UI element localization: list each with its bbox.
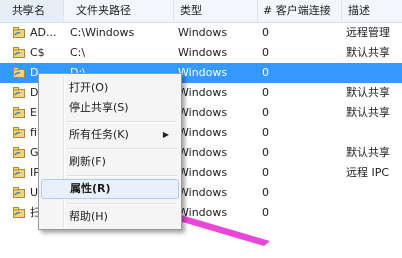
type-cell: Windows [178,26,228,39]
menu-item-properties[interactable]: 属性(R) [41,179,179,199]
menu-item-refresh[interactable]: 刷新(F) [41,152,179,172]
column-header-share-name[interactable]: ▲ 共享名 [0,0,64,22]
column-header-folder-path[interactable]: 文件夹路径 [64,0,174,22]
client-connections-cell: 0 [262,106,269,119]
client-connections-cell: 0 [262,26,269,39]
shared-folder-icon [13,47,25,58]
shared-folder-icon [13,27,25,38]
shared-folder-icon [13,147,25,158]
menu-item-label: 打开(O) [69,81,109,94]
column-header-label: 文件夹路径 [76,4,131,17]
client-connections-cell: 0 [262,126,269,139]
column-header-label: # 客户端连接 [263,4,331,17]
description-cell: 默认共享 [346,106,390,119]
table-row[interactable]: AD... C:\Windows Windows 0 远程管理 [0,23,402,43]
type-cell: Windows [178,66,228,79]
column-header-description[interactable]: 描述 [342,0,402,22]
description-cell: 远程 IPC [346,166,390,179]
client-connections-cell: 0 [262,206,269,219]
menu-item-stop-sharing[interactable]: 停止共享(S) [41,98,179,118]
type-cell: Windows [178,166,228,179]
column-header-label: 描述 [348,4,370,17]
client-connections-cell: 0 [262,146,269,159]
client-connections-cell: 0 [262,186,269,199]
menu-separator [67,175,177,177]
description-cell [346,183,402,203]
shared-folder-icon [13,87,25,98]
menu-item-label: 刷新(F) [69,155,106,168]
column-header-type[interactable]: 类型 [174,0,258,22]
type-cell: Windows [178,86,228,99]
type-cell: Windows [178,186,228,199]
table-row[interactable]: C$ C:\ Windows 0 默认共享 [0,43,402,63]
submenu-arrow-icon: ▶ [162,130,169,139]
shared-folder-icon [13,67,25,78]
description-cell: 默认共享 [346,46,390,59]
column-header-bar: ▲ 共享名 文件夹路径 类型 # 客户端连接 描述 [0,0,402,23]
shared-folder-icon [13,207,25,218]
description-cell [346,123,402,143]
type-cell: Windows [178,106,228,119]
column-header-label: 共享名 [12,4,45,17]
share-name-cell: AD... [30,26,57,39]
menu-item-all-tasks[interactable]: 所有任务(K) ▶ [41,125,179,145]
menu-item-label: 属性(R) [70,182,111,195]
client-connections-cell: 0 [262,166,269,179]
menu-separator [67,121,177,123]
menu-separator [67,148,177,150]
menu-separator [67,203,177,205]
menu-item-label: 停止共享(S) [69,101,129,114]
type-cell: Windows [178,146,228,159]
menu-item-label: 帮助(H) [69,210,108,223]
type-cell: Windows [178,206,228,219]
menu-item-open[interactable]: 打开(O) [41,78,179,98]
client-connections-cell: 0 [262,46,269,59]
description-cell: 默认共享 [346,146,390,159]
client-connections-cell: 0 [262,86,269,99]
share-name-cell: C$ [30,46,45,59]
shared-folder-icon [13,127,25,138]
shared-folder-icon [13,107,25,118]
column-header-client-connections[interactable]: # 客户端连接 [258,0,342,22]
description-cell: 默认共享 [346,86,390,99]
sort-up-icon: ▲ [22,4,28,12]
shared-folder-icon [13,167,25,178]
type-cell: Windows [178,126,228,139]
description-cell: 远程管理 [346,26,390,39]
context-menu: 打开(O) 停止共享(S) 所有任务(K) ▶ 刷新(F) 属性(R) 帮助(H… [38,73,182,230]
description-cell [346,203,402,223]
folder-path-cell: C:\Windows [70,26,135,39]
column-header-label: 类型 [180,4,202,17]
shared-folder-icon [13,187,25,198]
description-cell [346,63,402,83]
client-connections-cell: 0 [262,66,269,79]
type-cell: Windows [178,46,228,59]
folder-path-cell: C:\ [70,46,86,59]
menu-item-help[interactable]: 帮助(H) [41,207,179,227]
menu-item-label: 所有任务(K) [69,128,129,141]
